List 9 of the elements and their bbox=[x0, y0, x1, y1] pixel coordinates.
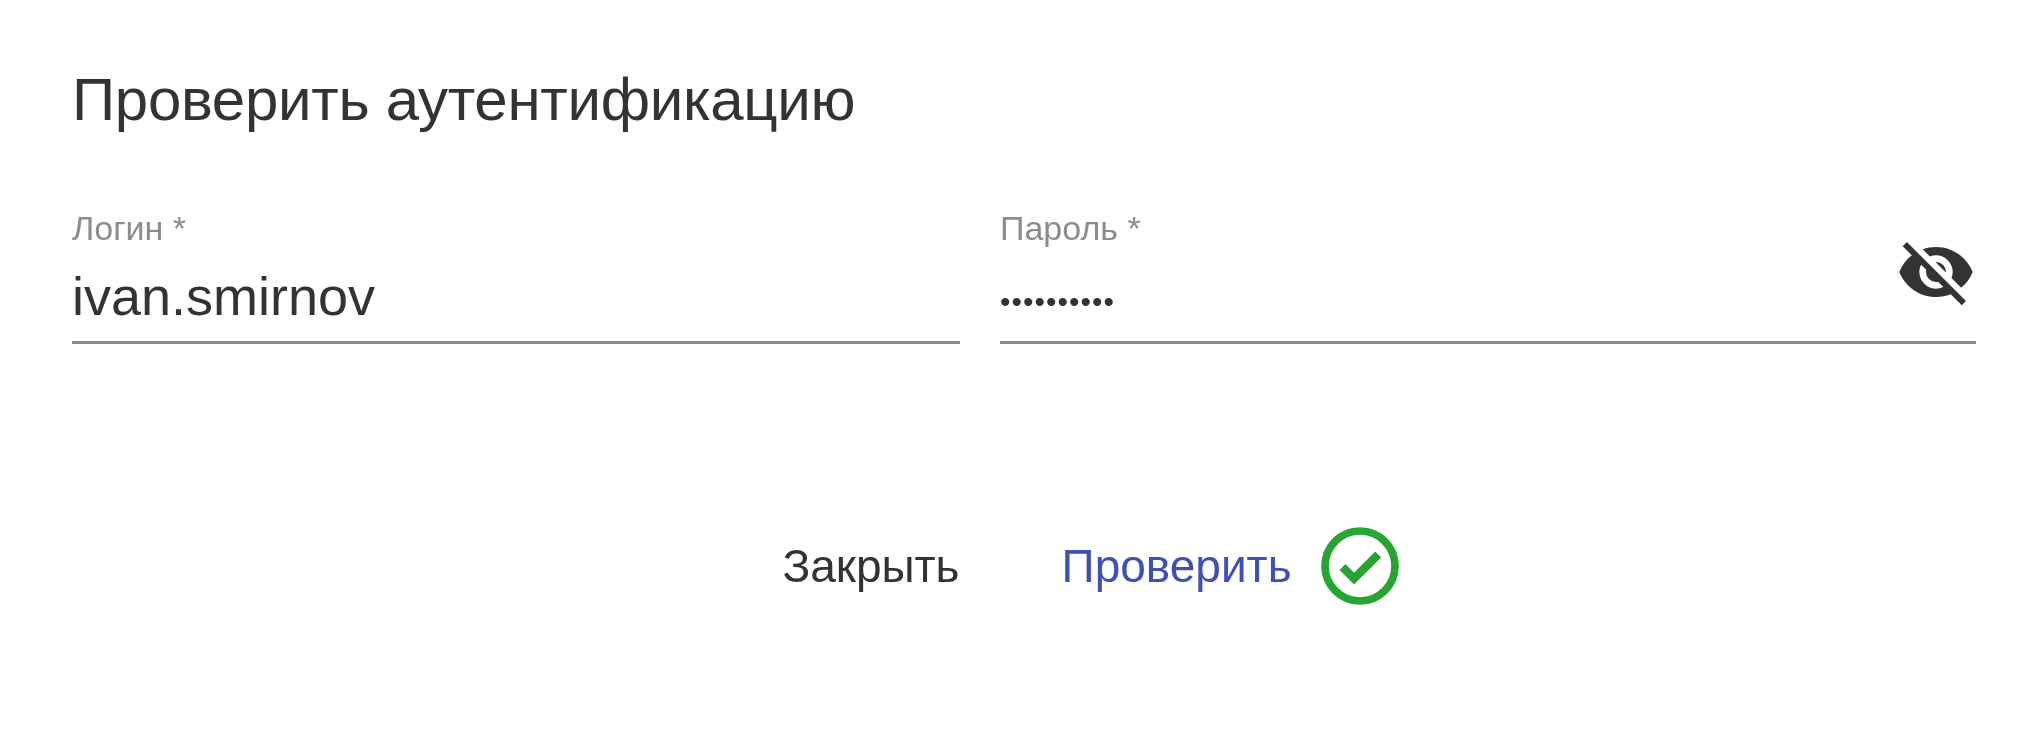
field-label: Логин * bbox=[72, 210, 188, 248]
dialog-title: Проверить аутентификацию bbox=[72, 70, 857, 130]
field-value: •••••••••• bbox=[1000, 284, 1116, 320]
field-value: ivan.smirnov bbox=[72, 265, 376, 328]
check-button[interactable]: Проверить bbox=[1045, 531, 1308, 602]
input-field[interactable]: Логин * ivan.smirnov bbox=[72, 210, 960, 345]
close-button[interactable]: Закрыть bbox=[766, 531, 976, 602]
field-label: Пароль * bbox=[1000, 210, 1142, 248]
input-field[interactable]: Пароль * •••••••••• bbox=[1000, 210, 1976, 345]
